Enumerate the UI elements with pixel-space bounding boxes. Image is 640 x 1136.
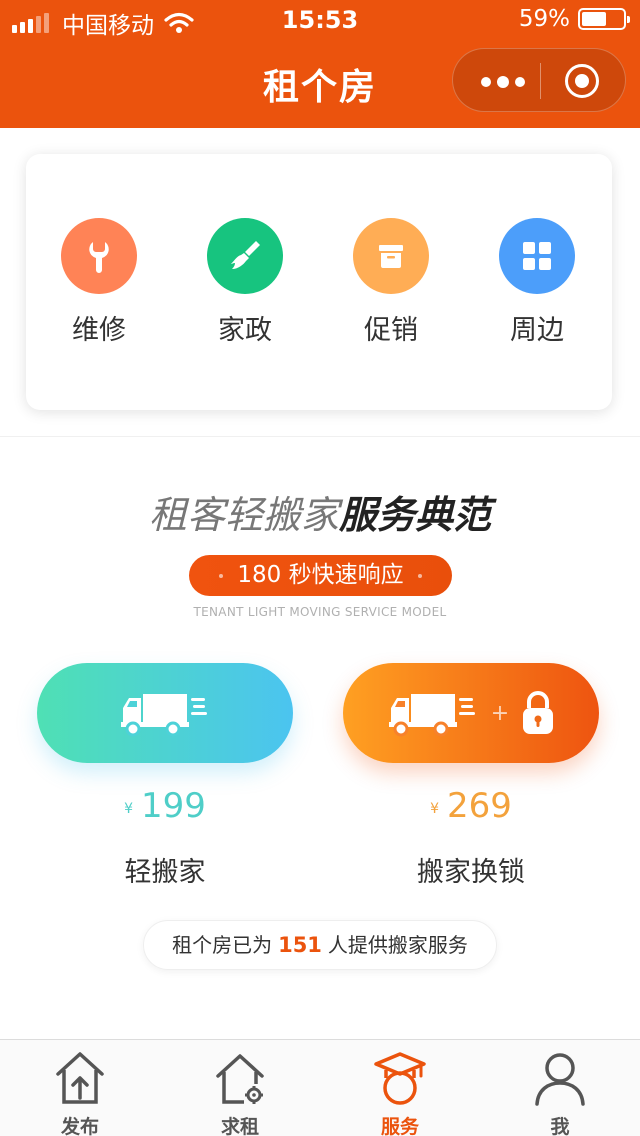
ellipsis-icon[interactable] (481, 76, 531, 88)
response-badge-text: 180 秒快速响应 (237, 562, 404, 588)
slogan-bold: 服务典范 (339, 493, 492, 537)
light-moving-label: 轻搬家 (124, 857, 206, 888)
service-item-repair[interactable]: 维修 (39, 218, 159, 347)
truck-icon (121, 694, 207, 737)
served-count-banner: 租个房已为 151 人提供搬家服务 (143, 920, 497, 970)
service-label: 周边 (510, 315, 564, 346)
promo-slogan: 租客轻搬家服务典范 (0, 484, 640, 539)
moving-lock-price: ¥269 (343, 786, 599, 826)
lock-icon (523, 691, 554, 734)
top-header: 中国移动 15:53 59% 租个房 (0, 0, 640, 128)
served-suffix: 人提供搬家服务 (327, 933, 468, 957)
truck-icon (388, 694, 475, 737)
box-icon (353, 218, 429, 294)
person-icon (535, 1053, 585, 1106)
price-value: 269 (447, 786, 512, 826)
miniapp-capsule (452, 48, 626, 112)
currency-symbol: ¥ (124, 801, 133, 817)
broom-icon (207, 218, 283, 294)
house-gear-icon (216, 1054, 264, 1104)
promo-subtitle: TENANT LIGHT MOVING SERVICE MODEL (193, 605, 447, 619)
wrench-icon (61, 218, 137, 294)
served-count: 151 (278, 933, 322, 957)
tab-me[interactable]: 我 (480, 1040, 640, 1136)
service-label: 促销 (364, 315, 418, 346)
service-item-promotion[interactable]: 促销 (331, 218, 451, 347)
grid-icon (499, 218, 575, 294)
service-label: 维修 (72, 315, 126, 346)
light-moving-button[interactable] (37, 663, 293, 763)
bottom-tab-bar: 发布 求租 服务 我 (0, 1039, 640, 1136)
service-item-nearby[interactable]: 周边 (477, 218, 597, 347)
light-moving-price: ¥199 (37, 786, 293, 826)
tab-rent-request[interactable]: 求租 (160, 1040, 320, 1136)
house-upload-icon (56, 1052, 104, 1104)
plus-sign: + (490, 700, 510, 726)
tab-publish[interactable]: 发布 (0, 1040, 160, 1136)
service-item-housekeeping[interactable]: 家政 (185, 218, 305, 347)
target-icon[interactable] (565, 64, 599, 98)
moving-lock-change-button[interactable]: + (343, 663, 599, 763)
served-prefix: 租个房已为 (172, 933, 273, 957)
service-label: 家政 (218, 315, 272, 346)
slogan-light: 租客轻搬家 (148, 493, 339, 537)
graduation-cap-icon (374, 1052, 426, 1105)
status-right: 59% (518, 6, 630, 32)
tab-label: 发布 (60, 1116, 99, 1136)
tab-label: 服务 (380, 1116, 419, 1136)
battery-icon (578, 8, 630, 30)
battery-percent: 59% (518, 6, 570, 32)
moving-lock-label: 搬家换锁 (417, 857, 525, 888)
capsule-divider (540, 63, 541, 99)
tab-label: 我 (550, 1116, 570, 1136)
service-card: 维修 家政 促销 周边 (26, 154, 612, 410)
price-value: 199 (141, 786, 206, 826)
section-divider (0, 436, 640, 437)
currency-symbol: ¥ (430, 801, 439, 817)
status-bar: 中国移动 15:53 59% (0, 0, 640, 40)
tab-label: 求租 (220, 1116, 259, 1136)
response-badge: 180 秒快速响应 (189, 555, 452, 596)
tab-service[interactable]: 服务 (320, 1040, 480, 1136)
